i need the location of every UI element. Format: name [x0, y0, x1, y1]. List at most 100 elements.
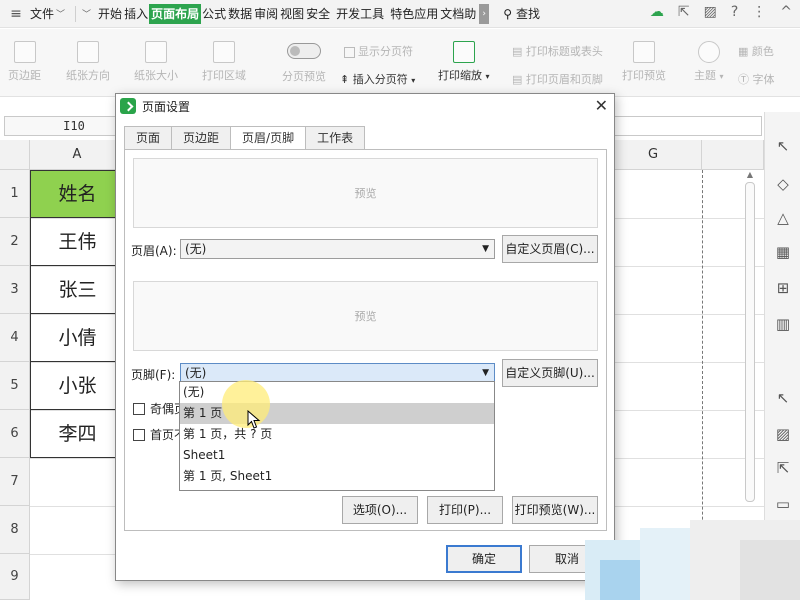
theme-button[interactable]: 主题 ▾	[694, 41, 724, 83]
menu-tab-page-layout[interactable]: 页面布局	[149, 3, 202, 24]
menu-icon[interactable]: ≡	[6, 0, 26, 28]
menu-tab-features[interactable]: 特色应用	[389, 4, 439, 24]
orientation-button[interactable]: 纸张方向	[66, 41, 110, 83]
ok-button[interactable]: 确定	[446, 545, 522, 573]
scroll-thumb[interactable]	[745, 182, 755, 502]
print-preview-button[interactable]: 打印预览	[622, 41, 666, 83]
quick-access-chevron-icon[interactable]: ﹀	[82, 7, 91, 20]
formula-input[interactable]	[610, 116, 762, 136]
cell-a3[interactable]: 张三	[30, 266, 125, 314]
footer-option-page-sheet1[interactable]: 第 1 页, Sheet1	[180, 466, 494, 487]
menu-tab-review[interactable]: 审阅	[253, 4, 279, 24]
row-header-6[interactable]: 6	[0, 410, 30, 458]
cell-a5[interactable]: 小张	[30, 362, 125, 410]
select-all-corner[interactable]	[0, 140, 30, 170]
print-preview-icon	[633, 41, 655, 63]
share-icon[interactable]: ⇱	[678, 4, 690, 20]
print-button[interactable]: 打印(P)...	[427, 496, 503, 524]
mouse-cursor-icon	[247, 410, 261, 429]
print-title-button[interactable]: ▤ 打印标题或表头	[512, 43, 603, 59]
menu-tab-view[interactable]: 视图	[279, 4, 305, 24]
chart-icon[interactable]: ▥	[773, 314, 793, 334]
column-header-a[interactable]: A	[30, 140, 125, 170]
page-break-toggle[interactable]	[287, 43, 321, 59]
tab-page[interactable]: 页面	[124, 126, 172, 150]
row-header-9[interactable]: 9	[0, 554, 30, 600]
image-2-icon[interactable]: ▨	[773, 424, 793, 444]
vertical-scrollbar[interactable]: ▲	[744, 170, 756, 502]
print-scale-label: 打印缩放	[438, 69, 482, 82]
more-icon[interactable]: ⋮	[752, 4, 766, 20]
orientation-label: 纸张方向	[66, 69, 110, 82]
chevron-down-icon: ▼	[482, 244, 489, 254]
page-break-preview-label: 分页预览	[282, 70, 326, 83]
row-header-8[interactable]: 8	[0, 506, 30, 554]
print-scale-button[interactable]: 打印缩放 ▾	[438, 41, 490, 83]
row-header-1[interactable]: 1	[0, 170, 30, 218]
print-preview-label: 打印预览	[622, 69, 666, 82]
checkbox-box	[133, 428, 145, 441]
menu-tab-home[interactable]: 开始	[97, 4, 123, 24]
menu-tab-developer[interactable]: 开发工具	[335, 4, 385, 24]
page-setup-dialog: 页面设置 ✕ 页面 页边距 页眉/页脚 工作表 预览 页眉(A): (无) ▼ …	[115, 93, 615, 581]
title-icons: ☁ ⇱ ▨ ? ⋮ ^	[650, 4, 792, 20]
insert-page-break-button[interactable]: ⇞ 插入分页符 ▾	[340, 71, 415, 87]
close-icon[interactable]: ✕	[595, 96, 608, 115]
scroll-up-icon[interactable]: ▲	[744, 170, 756, 180]
cell-a1[interactable]: 姓名	[30, 170, 125, 218]
tab-sheet[interactable]: 工作表	[305, 126, 366, 150]
fonts-icon: Ⓣ	[738, 73, 749, 86]
menu-tab-insert[interactable]: 插入	[123, 4, 149, 24]
collapse-icon[interactable]: ^	[780, 4, 792, 20]
custom-footer-button[interactable]: 自定义页脚(U)...	[502, 359, 598, 387]
column-header-h[interactable]	[702, 140, 764, 170]
column-header-g[interactable]: G	[605, 140, 702, 170]
menu-bar: ≡ 文件 ﹀ ﹀ 开始 插入 页面布局 公式 数据 审阅 视图 安全 开发工具 …	[0, 0, 800, 28]
menu-tab-security[interactable]: 安全	[305, 4, 331, 24]
row-header-2[interactable]: 2	[0, 218, 30, 266]
cell-a4[interactable]: 小倩	[30, 314, 125, 362]
blur-artifact	[640, 528, 690, 600]
row-header-7[interactable]: 7	[0, 458, 30, 506]
custom-header-button[interactable]: 自定义页眉(C)...	[502, 235, 598, 263]
image-icon[interactable]: ▨	[704, 4, 717, 20]
box-icon[interactable]: ▭	[773, 494, 793, 514]
show-page-break-box	[344, 46, 355, 58]
tab-margins[interactable]: 页边距	[171, 126, 231, 150]
chevron-down-icon: ▾	[411, 76, 416, 85]
menu-tab-doc-assistant[interactable]: 文档助	[439, 4, 477, 24]
fonts-button[interactable]: Ⓣ 字体	[738, 71, 775, 87]
page-break-preview-button[interactable]: 分页预览	[282, 43, 326, 84]
cell-a2[interactable]: 王伟	[30, 218, 125, 266]
margin-button[interactable]: 页边距	[8, 41, 41, 83]
cloud-sync-icon[interactable]: ☁	[650, 4, 664, 20]
more-tabs-icon[interactable]: ›	[479, 3, 490, 24]
shapes-icon[interactable]: ◇	[773, 174, 793, 194]
export-icon[interactable]: ⇱	[773, 458, 793, 478]
menu-tab-data[interactable]: 数据	[227, 4, 253, 24]
help-icon[interactable]: ?	[731, 4, 738, 20]
row-header-4[interactable]: 4	[0, 314, 30, 362]
pointer-icon[interactable]: ↖	[773, 136, 793, 156]
row-header-5[interactable]: 5	[0, 362, 30, 410]
menu-tab-formulas[interactable]: 公式	[201, 4, 227, 24]
cell-a6[interactable]: 李四	[30, 410, 125, 458]
row-header-3[interactable]: 3	[0, 266, 30, 314]
colors-button[interactable]: ▦ 颜色	[738, 43, 774, 59]
file-menu[interactable]: 文件 ﹀	[26, 5, 69, 22]
paper-size-button[interactable]: 纸张大小	[134, 41, 178, 83]
footer-option-page-n-of[interactable]: 第 1 页，共 ? 页	[180, 424, 494, 445]
header-select[interactable]: (无) ▼	[180, 239, 495, 259]
show-page-break-checkbox[interactable]: 显示分页符	[344, 43, 413, 59]
pointer-2-icon[interactable]: ↖	[773, 388, 793, 408]
table-icon[interactable]: ▦	[773, 242, 793, 262]
print-preview-dialog-button[interactable]: 打印预览(W)...	[512, 496, 598, 524]
print-header-footer-button[interactable]: ▤ 打印页眉和页脚	[512, 71, 603, 87]
print-area-button[interactable]: 打印区域	[202, 41, 246, 83]
footer-option-sheet1[interactable]: Sheet1	[180, 445, 494, 466]
footer-select[interactable]: (无) ▼	[180, 363, 495, 383]
print-title-label: 打印标题或表头	[525, 45, 603, 58]
style-icon[interactable]: △	[773, 208, 793, 228]
search-button[interactable]: ⚲ 查找	[503, 5, 540, 22]
apps-icon[interactable]: ⊞	[773, 278, 793, 298]
